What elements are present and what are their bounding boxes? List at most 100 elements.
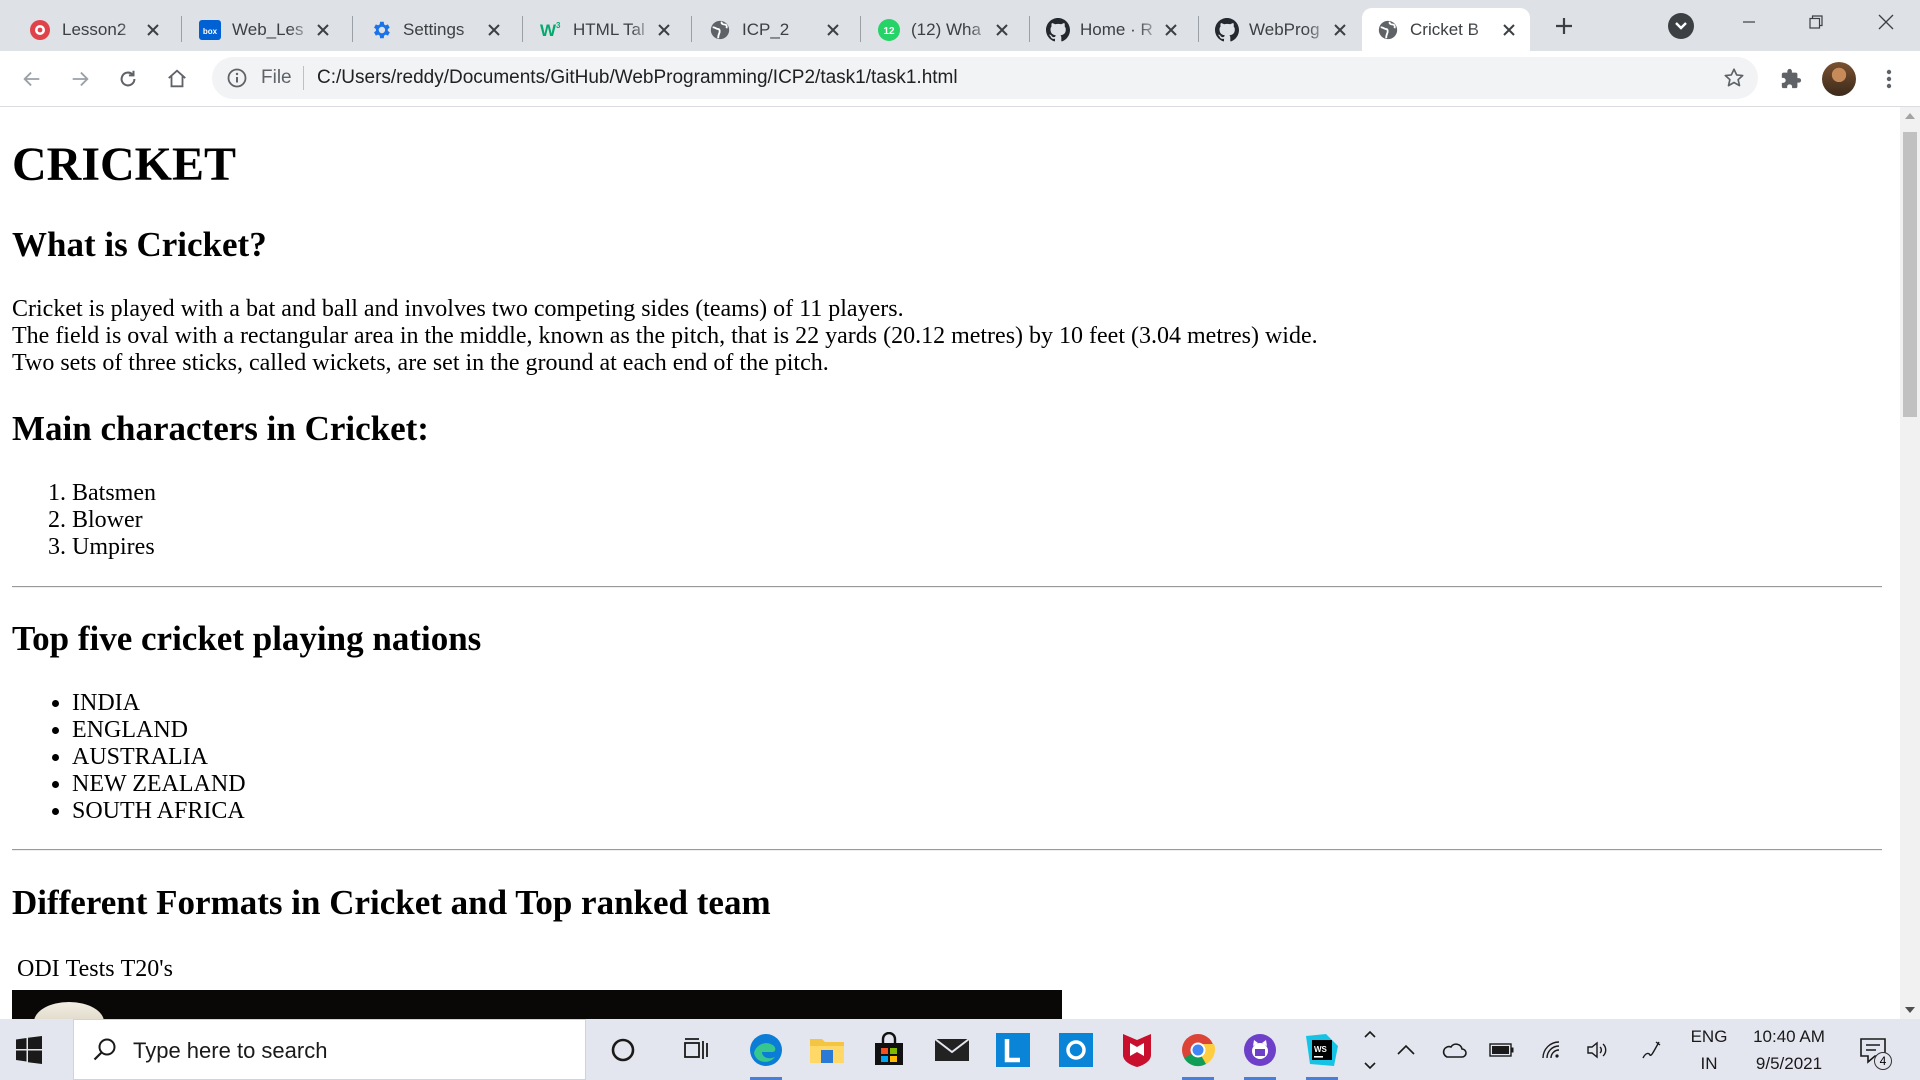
edge-icon[interactable] — [745, 1029, 787, 1080]
chevron-up-icon[interactable] — [1357, 1025, 1383, 1043]
tab-divider — [352, 16, 353, 42]
home-button[interactable] — [161, 63, 193, 95]
scroll-down-arrow[interactable] — [1900, 1001, 1920, 1019]
nations-list: INDIA ENGLAND AUSTRALIA NEW ZEALAND SOUT… — [12, 690, 246, 825]
github-icon — [1046, 17, 1070, 42]
tab-title: Lesson2 — [62, 19, 127, 39]
tab-icp2[interactable]: ICP_2 — [694, 8, 854, 51]
tab-strip: Lesson2 box Web_Les Settings W3 HTML Tal… — [0, 0, 1920, 51]
close-icon[interactable] — [144, 21, 162, 39]
format-odi: ODI — [17, 956, 60, 982]
cortana-app-icon[interactable] — [1055, 1029, 1097, 1071]
lesson-icon — [28, 18, 52, 42]
pen-icon[interactable] — [1638, 1037, 1664, 1063]
profile-avatar[interactable] — [1822, 62, 1856, 96]
list-item: Batsmen — [72, 480, 156, 507]
reload-icon — [120, 70, 136, 87]
tab-cricket-active[interactable]: Cricket B — [1362, 8, 1530, 51]
tab-github-webprog[interactable]: WebProg — [1201, 8, 1361, 51]
formats-table-header: ODI Tests T20's — [17, 956, 179, 983]
clock-date[interactable]: 9/5/2021 — [1745, 1054, 1833, 1074]
triangle-down-icon — [1905, 1007, 1915, 1013]
tab-github-home[interactable]: Home · R — [1032, 8, 1192, 51]
tab-divider — [522, 16, 523, 42]
whatsapp-badge: 12 — [883, 26, 895, 37]
close-icon[interactable] — [993, 21, 1011, 39]
back-button[interactable] — [16, 63, 48, 95]
close-icon[interactable] — [1162, 21, 1180, 39]
reload-button[interactable] — [112, 63, 144, 95]
svg-text:WS: WS — [1314, 1045, 1328, 1054]
region-indicator[interactable]: IN — [1690, 1054, 1728, 1074]
wifi-icon[interactable] — [1538, 1037, 1564, 1063]
plus-icon — [1556, 18, 1572, 34]
chevron-down-icon[interactable] — [1357, 1057, 1383, 1075]
mail-icon[interactable] — [931, 1029, 973, 1071]
tab-html-tables[interactable]: W3 HTML Tal — [525, 8, 685, 51]
windows-start-icon[interactable] — [14, 1035, 44, 1065]
box-icon: box — [198, 18, 222, 42]
tab-settings[interactable]: Settings — [355, 8, 515, 51]
tab-search-button[interactable] — [1668, 13, 1694, 39]
cortana-icon[interactable] — [602, 1029, 644, 1071]
list-item: ENGLAND — [72, 717, 246, 744]
file-explorer-icon[interactable] — [806, 1029, 848, 1071]
github-icon — [1215, 17, 1239, 42]
scrollbar-thumb[interactable] — [1903, 132, 1917, 417]
tab-title: HTML Tal — [573, 19, 645, 39]
tab-divider — [860, 16, 861, 42]
svg-text:W: W — [540, 21, 557, 40]
close-icon[interactable] — [655, 21, 673, 39]
close-icon[interactable] — [1331, 21, 1349, 39]
battery-icon[interactable] — [1489, 1037, 1515, 1063]
scroll-up-arrow[interactable] — [1900, 107, 1920, 125]
notification-count-badge: 4 — [1874, 1052, 1892, 1070]
tab-title: Home · R — [1080, 19, 1153, 39]
minimize-button[interactable] — [1726, 8, 1772, 36]
puzzle-icon — [1781, 68, 1802, 89]
webstorm-icon[interactable]: WS — [1301, 1029, 1343, 1080]
page-viewport[interactable]: CRICKET What is Cricket? Cricket is play… — [0, 107, 1900, 1019]
intro-line: Cricket is played with a bat and ball an… — [12, 296, 904, 322]
menu-button[interactable] — [1873, 63, 1905, 95]
tab-divider — [691, 16, 692, 42]
l-app-icon[interactable] — [992, 1029, 1034, 1071]
tab-web-lesson[interactable]: box Web_Les — [184, 8, 344, 51]
list-item: AUSTRALIA — [72, 744, 246, 771]
main-characters-heading: Main characters in Cricket: — [12, 409, 429, 448]
store-icon[interactable] — [868, 1029, 910, 1071]
tab-lesson2[interactable]: Lesson2 — [14, 8, 174, 51]
language-indicator[interactable]: ENG — [1690, 1027, 1728, 1047]
tab-whatsapp[interactable]: 12 (12) Wha — [863, 8, 1023, 51]
close-icon[interactable] — [485, 21, 503, 39]
url-text[interactable]: C:/Users/reddy/Documents/GitHub/WebProgr… — [317, 67, 958, 89]
task-view-icon[interactable] — [675, 1029, 717, 1071]
close-icon[interactable] — [314, 21, 332, 39]
close-icon[interactable] — [824, 21, 842, 39]
vertical-scrollbar[interactable] — [1900, 107, 1920, 1019]
forward-button[interactable] — [64, 63, 96, 95]
chrome-icon[interactable] — [1177, 1029, 1219, 1080]
extensions-button[interactable] — [1775, 63, 1807, 95]
show-hidden-icons-icon[interactable] — [1393, 1037, 1419, 1063]
mcafee-icon[interactable] — [1116, 1029, 1158, 1071]
page-title: CRICKET — [12, 138, 237, 191]
volume-icon[interactable] — [1585, 1037, 1611, 1063]
info-icon[interactable] — [226, 67, 248, 89]
restore-button[interactable] — [1793, 8, 1839, 36]
window-close-button[interactable] — [1863, 8, 1909, 36]
taskbar-search-box[interactable]: Type here to search — [73, 1019, 586, 1080]
bookmark-star-icon[interactable] — [1722, 66, 1746, 90]
whatsapp-icon: 12 — [877, 18, 901, 42]
clock-time[interactable]: 10:40 AM — [1745, 1027, 1833, 1047]
new-tab-button[interactable] — [1550, 12, 1578, 40]
arrow-right-icon — [72, 71, 89, 87]
tab-title: ICP_2 — [742, 19, 790, 39]
close-icon[interactable] — [1500, 21, 1518, 39]
address-bar[interactable]: File C:/Users/reddy/Documents/GitHub/Web… — [212, 57, 1758, 99]
tab-title: WebProg — [1249, 19, 1320, 39]
onedrive-icon[interactable] — [1441, 1037, 1467, 1063]
section-divider — [12, 586, 1882, 588]
gear-icon — [369, 18, 393, 42]
github-desktop-icon[interactable] — [1239, 1029, 1281, 1080]
